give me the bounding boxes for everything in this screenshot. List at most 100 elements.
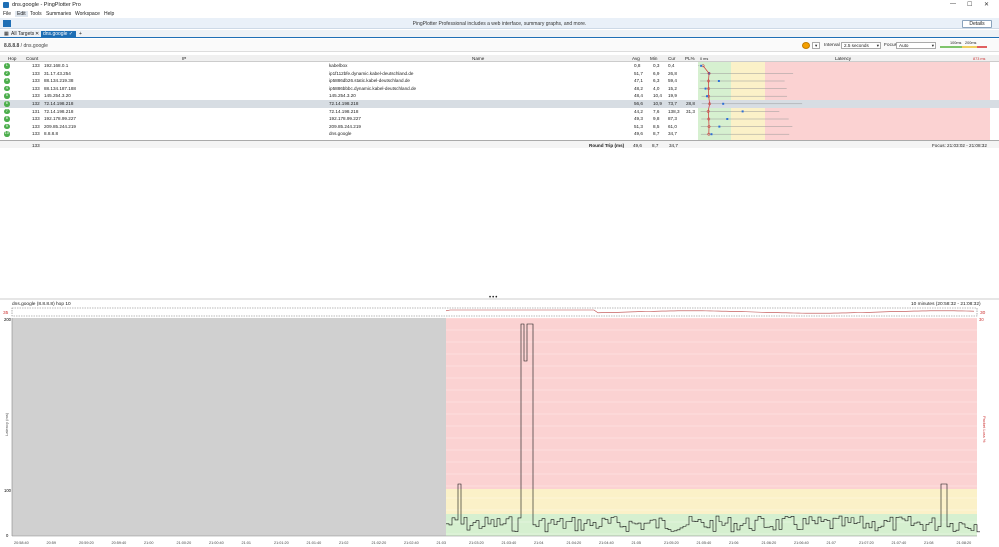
time-label: 21:00:20: [177, 541, 192, 545]
col-min[interactable]: Min: [650, 56, 657, 61]
y-axis-label: Latency (ms): [4, 412, 9, 436]
row-name: 192.178.99.227: [329, 116, 361, 122]
col-hop[interactable]: Hop: [8, 56, 16, 61]
hop-cur-marker: [726, 118, 729, 120]
add-tab-button[interactable]: +: [77, 31, 84, 38]
chevron-down-icon: ▾: [876, 43, 879, 48]
col-pl[interactable]: PL%: [685, 56, 695, 61]
time-label: 21:07:40: [892, 541, 907, 545]
y-tick-top: 200: [4, 317, 12, 322]
col-cur[interactable]: Cur: [668, 56, 675, 61]
latency-sparklines: [698, 64, 803, 136]
row-min: 6,9: [653, 70, 660, 76]
time-label: 21:07:20: [859, 541, 874, 545]
row-min: 6,3: [653, 78, 660, 84]
time-label: 21:03:20: [469, 541, 484, 545]
hop-indicator: 5: [4, 93, 10, 99]
time-label: 21:00: [144, 541, 154, 545]
time-label: 21:05:20: [664, 541, 679, 545]
time-label: 20:59: [47, 541, 57, 545]
details-button[interactable]: Details: [962, 19, 992, 28]
row-ip: 31.17.43.254: [44, 70, 71, 76]
minimize-button[interactable]: —: [950, 1, 956, 7]
menu-edit[interactable]: Edit: [15, 11, 28, 17]
row-count: 133: [32, 63, 40, 68]
hop-cur-marker: [717, 80, 720, 82]
legend-warn-swatch: [962, 46, 977, 48]
trace-grid-header: Hop Count IP Name Avg Min Cur PL% Latenc…: [0, 55, 999, 62]
out-of-focus-region: [12, 318, 446, 536]
row-avg: 47,1: [634, 78, 643, 84]
col-name[interactable]: Name: [472, 56, 484, 61]
time-label: 20:59:20: [79, 541, 94, 545]
row-min: 9,8: [653, 116, 660, 122]
row-count: 133: [32, 131, 40, 137]
row-avg: 51,3: [634, 123, 643, 129]
col-ip[interactable]: IP: [182, 56, 186, 61]
footer-avg: 49,6: [633, 142, 642, 148]
row-pl: 28,8: [686, 101, 695, 106]
legend-good-swatch: [940, 46, 962, 48]
time-label: 21:00:40: [209, 541, 224, 545]
row-cur: 73,7: [668, 101, 677, 106]
row-count: 133: [32, 93, 40, 99]
hop-cur-marker: [710, 133, 713, 136]
row-name: ip5886db26.static.kabel-deutschland.de: [329, 78, 410, 84]
row-cur: 138,3: [668, 108, 680, 114]
tab-dns-google[interactable]: dns.google ✓: [41, 31, 76, 38]
row-avg: 48,4: [634, 93, 643, 99]
overview-strip[interactable]: [11, 307, 978, 317]
menu-help[interactable]: Help: [104, 11, 114, 17]
menu-file[interactable]: File: [3, 11, 11, 17]
col-avg[interactable]: Avg: [632, 56, 640, 61]
time-label: 20:58:40: [14, 541, 29, 545]
tab-dns-google-label: dns.google: [43, 31, 68, 37]
close-button[interactable]: ✕: [984, 1, 989, 8]
row-min: 7,6: [653, 108, 660, 114]
time-label: 21:08:20: [957, 541, 972, 545]
time-label: 21:05: [632, 541, 642, 545]
time-label: 21:06: [729, 541, 739, 545]
trace-grid-footer: 133 Round Trip (ms) 49,6 8,7 34,7 Focus:…: [0, 140, 999, 148]
title-bar: dns.google - PingPlotter Pro — ☐ ✕: [0, 0, 999, 10]
row-avg: 49,6: [634, 131, 643, 137]
right-axis-top: 30: [979, 317, 984, 322]
hop-cur-marker: [741, 110, 744, 113]
hop-indicator: 10: [4, 131, 10, 137]
timeline-graph[interactable]: 35 30 200 100 0 30 Latency (ms) Packet L…: [0, 306, 999, 547]
row-cur: 59,4: [668, 78, 677, 84]
time-label: 21:01:20: [274, 541, 289, 545]
row-avg: 51,7: [634, 70, 643, 76]
menu-summaries[interactable]: Summaries: [46, 11, 71, 17]
focus-select[interactable]: Auto ▾: [896, 42, 936, 49]
row-ip: 72.14.198.218: [44, 108, 74, 114]
interval-value: 2.5 seconds: [844, 43, 869, 48]
interval-select[interactable]: 2.5 seconds ▾: [841, 42, 881, 49]
row-ip: 192.168.0.1: [44, 63, 69, 68]
menu-tools[interactable]: Tools: [30, 11, 42, 17]
time-label: 21:04:40: [599, 541, 614, 545]
overview-left-value: 35: [3, 310, 9, 316]
interval-label: Interval: [824, 43, 840, 48]
time-label: 21:04: [534, 541, 544, 545]
close-icon[interactable]: ✕: [33, 31, 41, 38]
row-name: ip5886bbbc.dynamic.kabel-deutschland.de: [329, 85, 417, 91]
maximize-button[interactable]: ☐: [967, 1, 972, 8]
avg-latency-path: [702, 65, 710, 135]
row-min: 0,3: [653, 63, 660, 68]
hop-cur-marker: [704, 87, 707, 90]
breadcrumb-ip: 8.8.8.8: [4, 43, 20, 49]
menu-workspace[interactable]: Workspace: [75, 11, 100, 17]
pause-button[interactable]: [802, 42, 810, 49]
focus-value: Auto: [899, 43, 909, 48]
banner-message: PingPlotter Professional includes a web …: [412, 21, 587, 27]
menu-bar: File Edit Tools Summaries Workspace Help: [0, 10, 999, 18]
row-count: 133: [32, 78, 40, 84]
col-count[interactable]: Count: [26, 56, 38, 61]
chevron-down-icon[interactable]: ▾: [812, 42, 820, 49]
check-icon: ✓: [68, 31, 74, 37]
footer-min: 8,7: [652, 142, 659, 148]
col-latency[interactable]: Latency: [835, 56, 851, 61]
overview-right-value: 30: [980, 310, 986, 316]
time-label: 21:04:20: [567, 541, 582, 545]
